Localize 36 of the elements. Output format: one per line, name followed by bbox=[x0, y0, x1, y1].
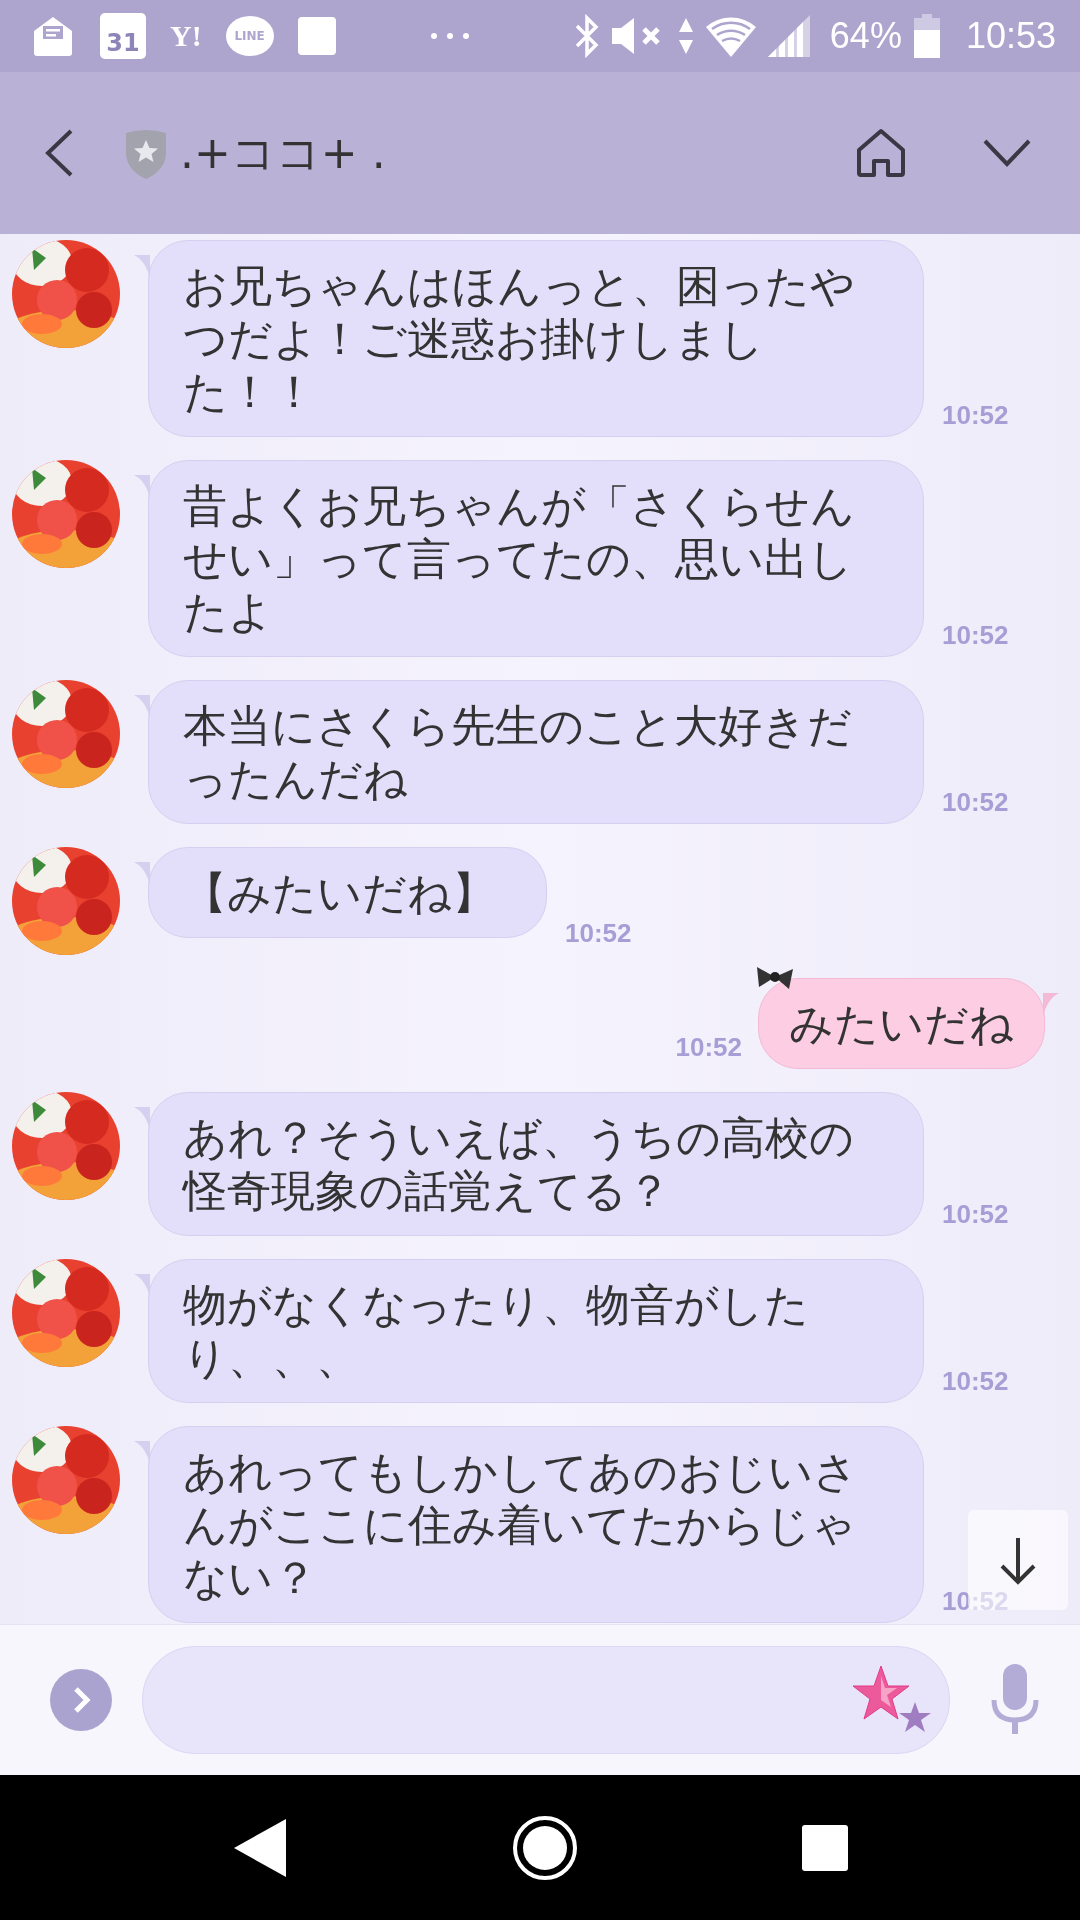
data-arrows-icon bbox=[677, 16, 694, 56]
battery-percentage: 64% bbox=[829, 15, 902, 57]
bow-icon bbox=[755, 965, 795, 991]
yahoo-logo: Y! bbox=[170, 19, 202, 53]
home-icon[interactable] bbox=[856, 128, 906, 178]
message-time: 10:52 bbox=[942, 1199, 1009, 1230]
message-text: あれ？そういえば、うちの高校の怪奇現象の話覚えてる？ bbox=[183, 1111, 855, 1217]
wifi-icon bbox=[705, 15, 756, 57]
clock: 10:53 bbox=[965, 15, 1056, 57]
more-notifications-icon bbox=[429, 32, 470, 40]
message-time: 10:52 bbox=[675, 1032, 742, 1063]
message-text: 本当にさくら先生のこと大好きだったんだね bbox=[183, 699, 853, 805]
bluetooth-icon bbox=[573, 14, 600, 58]
message-time: 10:52 bbox=[942, 620, 1009, 651]
recent-apps-icon[interactable] bbox=[802, 1824, 848, 1871]
square-icon bbox=[297, 17, 336, 55]
message-text: 【みたいだね】 bbox=[183, 866, 496, 919]
message-text: 昔よくお兄ちゃんが「さくらせんせい」って言ってたの、思い出したよ bbox=[183, 479, 856, 638]
app-logo-text: LINE bbox=[234, 29, 265, 43]
message-text: お兄ちゃんはほんっと、困ったやつだよ！ご迷惑お掛けしました！！ bbox=[183, 259, 856, 418]
signal-icon bbox=[767, 15, 810, 57]
message-text: みたいだね bbox=[789, 997, 1014, 1050]
message-time: 10:52 bbox=[565, 918, 632, 949]
back-icon[interactable] bbox=[232, 1816, 288, 1879]
message-time: 10:52 bbox=[942, 1366, 1009, 1397]
battery-icon bbox=[913, 14, 940, 58]
message-time: 10:52 bbox=[942, 787, 1009, 818]
chat-title: .+ココ+ . bbox=[180, 125, 386, 180]
message-text: 物がなくなったり、物音がしたり、、、 bbox=[183, 1278, 810, 1384]
message-time: 10:52 bbox=[942, 1586, 1009, 1617]
shield-star-icon bbox=[124, 127, 168, 179]
calendar-date: 31 bbox=[106, 28, 140, 59]
chevron-down-icon[interactable] bbox=[982, 138, 1032, 168]
back-icon[interactable] bbox=[44, 128, 74, 178]
message-time: 10:52 bbox=[942, 400, 1009, 431]
message-text: あれってもしかしてあのおじいさんがここに住み着いてたからじゃない？ bbox=[183, 1445, 859, 1604]
